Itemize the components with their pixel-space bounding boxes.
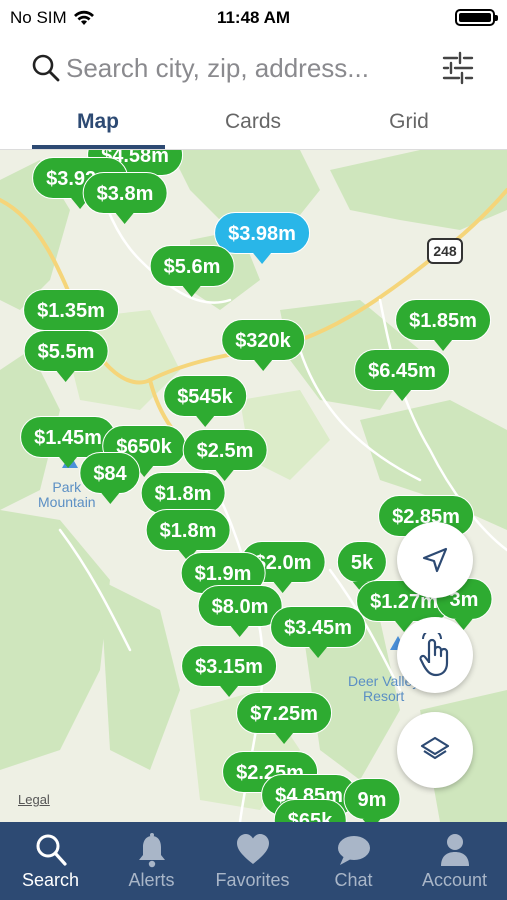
price-pin[interactable]: $3.98m — [214, 212, 310, 264]
map-layers-button[interactable] — [397, 712, 473, 788]
search-icon — [36, 834, 67, 866]
price-pin[interactable]: $320k — [221, 319, 305, 371]
hand-draw-icon — [419, 633, 449, 677]
price-pin[interactable]: $5.5m — [23, 330, 109, 382]
price-pin[interactable]: $1.8m — [145, 509, 231, 561]
locate-me-button[interactable] — [397, 522, 473, 598]
price-pin[interactable]: $65k — [273, 799, 347, 822]
tab-cards[interactable]: Cards — [193, 110, 313, 134]
draw-area-button[interactable] — [397, 617, 473, 693]
battery-icon — [455, 9, 498, 26]
price-pin[interactable]: $7.25m — [236, 692, 332, 744]
person-icon — [440, 834, 469, 866]
price-pin[interactable]: $545k — [163, 375, 247, 427]
chat-icon — [337, 836, 370, 865]
clock: 11:48 AM — [216, 8, 291, 27]
search-bar — [0, 40, 507, 96]
price-pin[interactable]: $1.8m — [140, 472, 226, 524]
price-pin[interactable]: $1.85m — [395, 299, 491, 351]
price-pin[interactable]: $3.8m — [82, 172, 168, 224]
price-pin[interactable]: $3.45m — [270, 606, 366, 658]
price-pin[interactable]: $3.15m — [181, 645, 277, 697]
price-pin[interactable]: $2.5m — [182, 429, 268, 481]
location-arrow-icon — [422, 547, 448, 573]
price-pin[interactable]: $8.0m — [197, 585, 283, 637]
highway-shield: 248 — [427, 238, 463, 264]
price-pin[interactable]: 5k — [336, 541, 388, 593]
price-pin[interactable]: $84 — [79, 452, 141, 504]
search-input[interactable] — [66, 50, 426, 86]
price-pin[interactable]: $6.45m — [354, 349, 450, 401]
nav-account-label: Account — [421, 870, 488, 890]
price-pin[interactable]: 9m — [343, 778, 401, 822]
nav-search[interactable]: Search — [0, 822, 101, 900]
price-pin[interactable]: $1.35m — [23, 289, 119, 341]
search-icon — [32, 54, 60, 82]
tab-map[interactable]: Map — [38, 110, 158, 134]
layers-icon — [420, 736, 450, 760]
active-tab-indicator — [32, 145, 165, 149]
nav-account[interactable]: Account — [404, 822, 505, 900]
nav-chat-label: Chat — [334, 870, 373, 890]
nav-search-label: Search — [21, 870, 80, 890]
legal-link[interactable]: Legal — [18, 792, 50, 807]
status-bar: No SIM 11:48 AM — [0, 0, 507, 34]
view-tabs: Map Cards Grid — [0, 100, 507, 150]
bell-icon — [138, 833, 165, 868]
bottom-tab-bar: Search Alerts Favorites Chat Account — [0, 822, 507, 900]
nav-favorites-label: Favorites — [215, 870, 290, 890]
map-view[interactable]: 248 Park Mountain Deer Valley Resort $4.… — [0, 150, 507, 822]
heart-icon — [236, 834, 269, 864]
nav-chat[interactable]: Chat — [303, 822, 404, 900]
tab-grid[interactable]: Grid — [349, 110, 469, 134]
nav-alerts[interactable]: Alerts — [101, 822, 202, 900]
nav-favorites[interactable]: Favorites — [202, 822, 303, 900]
filter-sliders-icon[interactable] — [440, 50, 476, 86]
nav-alerts-label: Alerts — [128, 870, 175, 890]
price-pin[interactable]: $5.6m — [149, 245, 235, 297]
